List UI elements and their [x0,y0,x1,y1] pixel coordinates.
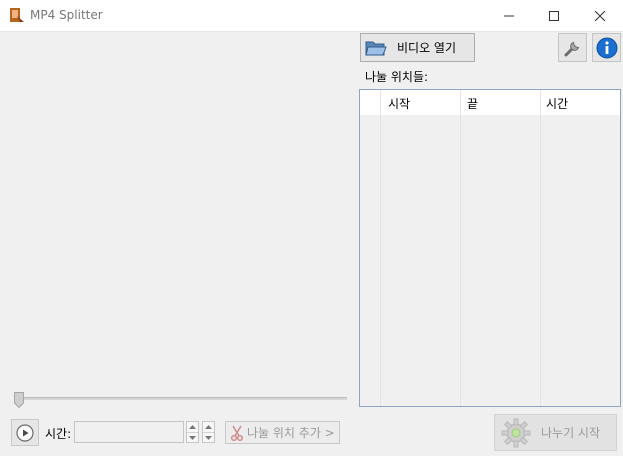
info-icon [596,37,617,58]
gear-icon [501,418,531,447]
chevron-down-icon [205,436,212,440]
folder-open-icon [365,41,387,55]
maximize-button[interactable] [531,0,577,31]
spin-up-button[interactable] [187,422,198,432]
time-spinner-primary[interactable] [186,421,199,443]
minimize-icon [504,15,514,16]
add-split-point-label: 나눌 위치 추가 > [247,426,335,440]
column-header-start[interactable]: 시작 [388,95,410,112]
settings-button[interactable] [558,33,587,62]
info-button[interactable] [592,33,621,62]
seek-slider-track[interactable] [14,397,347,400]
open-video-button[interactable]: 비디오 열기 [360,33,475,62]
play-button[interactable] [11,419,39,446]
app-icon [10,8,24,22]
chevron-up-icon [189,425,196,429]
column-header-end[interactable]: 끝 [467,95,478,112]
spin-down-button[interactable] [203,432,214,443]
grid-column-divider [380,90,381,406]
spin-down-button[interactable] [187,432,198,443]
close-button[interactable] [577,0,623,31]
column-header-duration[interactable]: 시간 [546,95,568,112]
split-points-grid[interactable]: 시작 끝 시간 [359,89,621,407]
video-preview [0,32,354,387]
time-label: 시간: [45,427,72,441]
grid-column-divider [540,90,541,406]
chevron-up-icon [205,425,212,429]
grid-column-divider [460,90,461,406]
split-list-label: 나눌 위치들: [365,70,429,84]
close-icon [595,10,605,21]
maximize-icon [549,10,559,21]
play-icon [16,423,34,442]
open-video-label: 비디오 열기 [397,41,457,55]
start-split-label: 나누기 시작 [541,426,601,440]
spin-up-button[interactable] [203,422,214,432]
add-split-point-button[interactable]: 나눌 위치 추가 > [225,421,340,444]
scissors-icon [230,425,244,441]
time-input[interactable] [74,421,184,443]
window-title: MP4 Splitter [30,8,103,22]
seek-slider-thumb[interactable] [14,392,24,408]
time-spinner-secondary[interactable] [202,421,215,443]
minimize-button[interactable] [486,0,532,31]
wrench-icon [564,41,579,56]
chevron-down-icon [189,436,196,440]
title-bar: MP4 Splitter [0,0,623,32]
start-split-button[interactable]: 나누기 시작 [494,414,617,451]
